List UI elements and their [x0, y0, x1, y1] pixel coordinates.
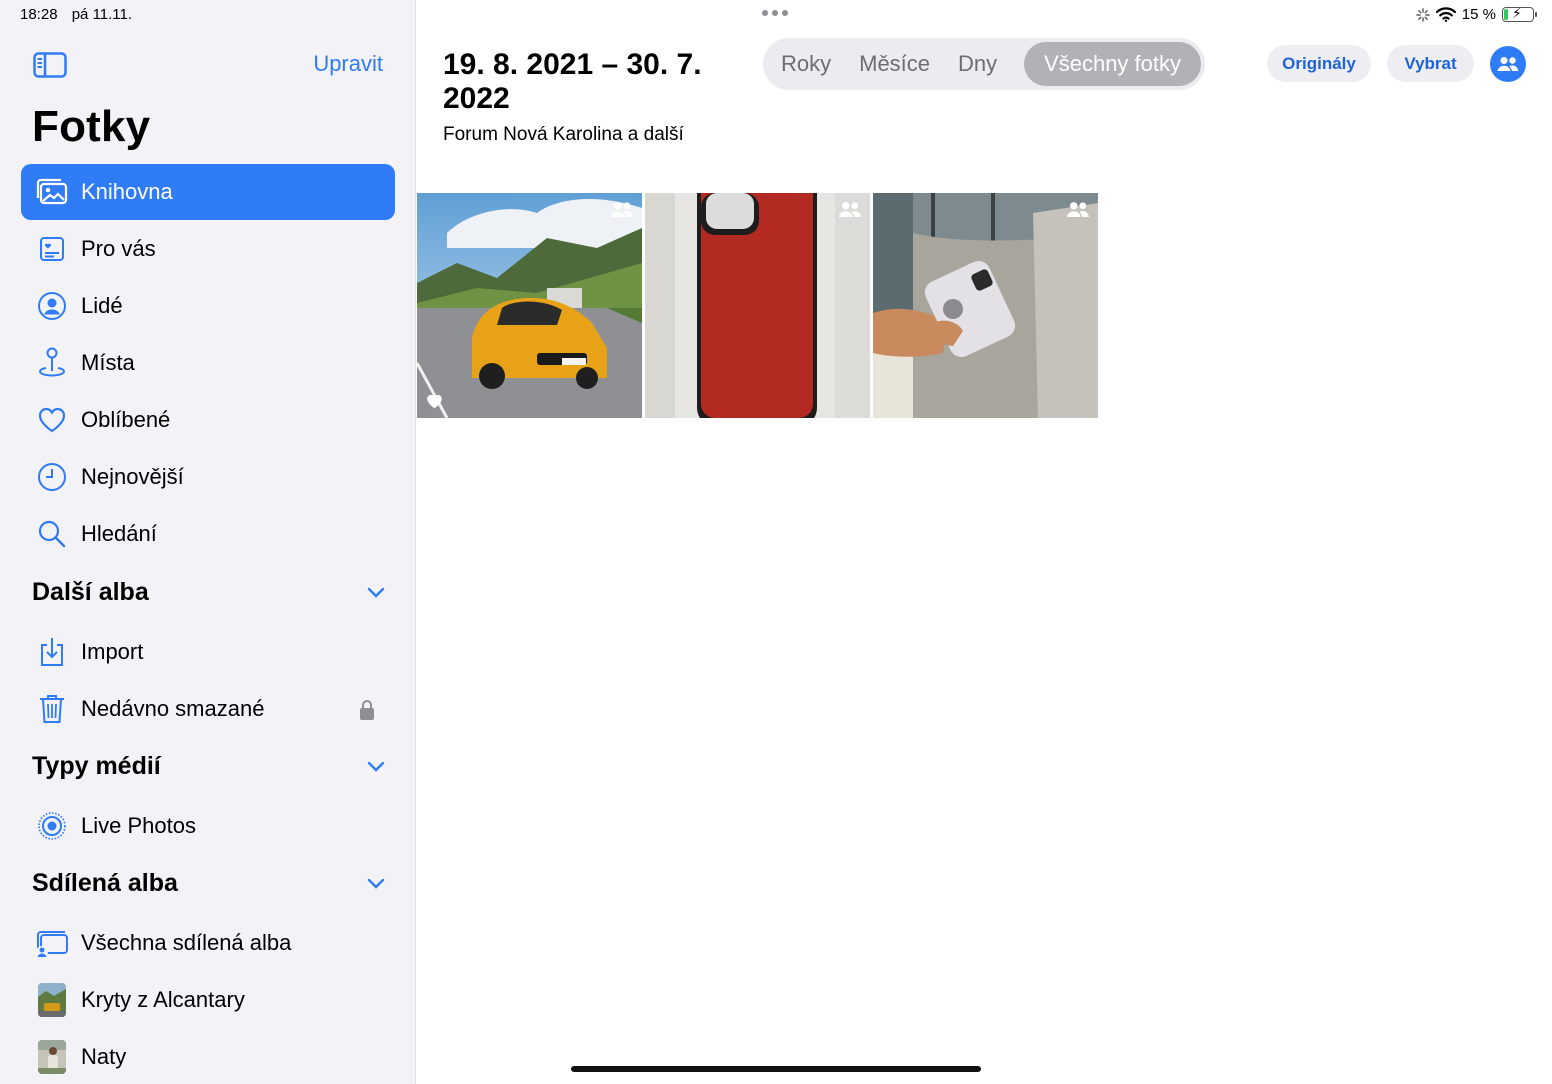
people-icon [21, 291, 81, 321]
select-button[interactable]: Vybrat [1387, 45, 1474, 82]
sidebar-item-live-photos[interactable]: Live Photos [21, 798, 395, 854]
sidebar-item-label: Místa [81, 350, 135, 375]
album-thumbnail [21, 983, 81, 1017]
sidebar-item-label: Nedávno smazané [81, 696, 265, 721]
live-photos-icon [21, 811, 81, 841]
section-title: Sdílená alba [32, 869, 178, 897]
people-icon [1497, 57, 1519, 71]
sidebar-item-favorites[interactable]: Oblíbené [21, 392, 395, 448]
sidebar-item-library[interactable]: Knihovna [21, 164, 395, 220]
sidebar-item-album-naty[interactable]: Naty [21, 1029, 395, 1084]
photo-hand-phone-image [873, 193, 1098, 418]
photo-car-image [417, 193, 642, 418]
import-icon [21, 636, 81, 668]
section-title: Typy médií [32, 752, 161, 780]
trash-icon [21, 693, 81, 725]
section-media-types[interactable]: Typy médií [32, 752, 386, 781]
view-segmented-control: Roky Měsíce Dny Všechny fotky [763, 38, 1205, 90]
photo-thumbnail[interactable] [645, 193, 870, 418]
segment-months[interactable]: Měsíce [845, 42, 944, 86]
sidebar-item-label: Knihovna [81, 179, 173, 204]
status-date: pá 11.11. [71, 6, 133, 23]
sidebar-item-recently-deleted[interactable]: Nedávno smazané [21, 681, 395, 737]
sidebar-title: Fotky [32, 102, 151, 151]
photo-thumbnail[interactable] [417, 193, 642, 418]
sidebar-item-recents[interactable]: Nejnovější [21, 449, 395, 505]
chevron-down-icon [367, 878, 385, 889]
photo-thumbnail[interactable] [873, 193, 1098, 418]
shared-people-icon [1066, 202, 1089, 217]
sidebar-item-import[interactable]: Import [21, 624, 395, 680]
segment-days[interactable]: Dny [944, 42, 1011, 86]
shared-people-icon [610, 202, 633, 217]
originals-button[interactable]: Originály [1267, 45, 1371, 82]
segment-years[interactable]: Roky [767, 42, 845, 86]
section-shared-albums[interactable]: Sdílená alba [32, 869, 386, 898]
status-bar-left: 18:28 pá 11.11. [20, 6, 142, 23]
sidebar-item-label: Naty [81, 1044, 127, 1069]
sidebar-item-label: Nejnovější [81, 464, 184, 489]
sidebar-item-label: Oblíbené [81, 407, 171, 432]
sidebar-item-places[interactable]: Místa [21, 335, 395, 391]
location-subtitle: Forum Nová Karolina a další [443, 124, 684, 145]
segment-all-photos[interactable]: Všechny fotky [1024, 42, 1201, 86]
home-indicator[interactable] [571, 1066, 981, 1072]
for-you-icon [21, 235, 81, 263]
chevron-down-icon [367, 761, 385, 772]
clock-icon [21, 462, 81, 492]
sidebar-item-all-shared-albums[interactable]: Všechna sdílená alba [21, 915, 395, 971]
sidebar-item-label: Live Photos [81, 813, 196, 838]
sidebar-item-label: Kryty z Alcantary [81, 987, 245, 1012]
sidebar-toggle-icon[interactable] [33, 52, 67, 78]
photos-app: 18:28 pá 11.11. Upravit Fotky Knihovna P… [0, 0, 1552, 1084]
date-range-title: 19. 8. 2021 – 30. 7. 2022 [443, 48, 702, 115]
lock-icon [360, 700, 374, 720]
sidebar-item-label: Import [81, 639, 144, 664]
album-thumbnail [21, 1040, 81, 1074]
sidebar-item-search[interactable]: Hledání [21, 506, 395, 562]
sidebar-item-label: Pro vás [81, 236, 156, 261]
library-icon [21, 178, 81, 206]
photo-case-image [645, 193, 870, 418]
shared-library-button[interactable] [1490, 46, 1526, 82]
shared-people-icon [838, 202, 861, 217]
sidebar-item-label: Lidé [81, 293, 123, 318]
search-icon [21, 519, 81, 549]
photo-grid [417, 193, 1098, 418]
sidebar-item-label: Všechna sdílená alba [81, 930, 292, 955]
sidebar-item-album-kryty[interactable]: Kryty z Alcantary [21, 972, 395, 1028]
sidebar-item-label: Hledání [81, 521, 157, 546]
sidebar-item-for-you[interactable]: Pro vás [21, 221, 395, 277]
places-icon [21, 347, 81, 379]
section-title: Další alba [32, 578, 149, 606]
edit-button[interactable]: Upravit [313, 51, 383, 77]
sidebar-item-people[interactable]: Lidé [21, 278, 395, 334]
favorite-heart-icon [427, 394, 442, 409]
shared-albums-icon [21, 927, 81, 959]
heart-icon [21, 406, 81, 434]
section-more-albums[interactable]: Další alba [32, 578, 386, 607]
sidebar: 18:28 pá 11.11. Upravit Fotky Knihovna P… [0, 0, 416, 1084]
status-time: 18:28 [20, 6, 58, 23]
chevron-down-icon [367, 587, 385, 598]
main-content: 19. 8. 2021 – 30. 7. 2022 Forum Nová Kar… [417, 0, 1552, 1084]
